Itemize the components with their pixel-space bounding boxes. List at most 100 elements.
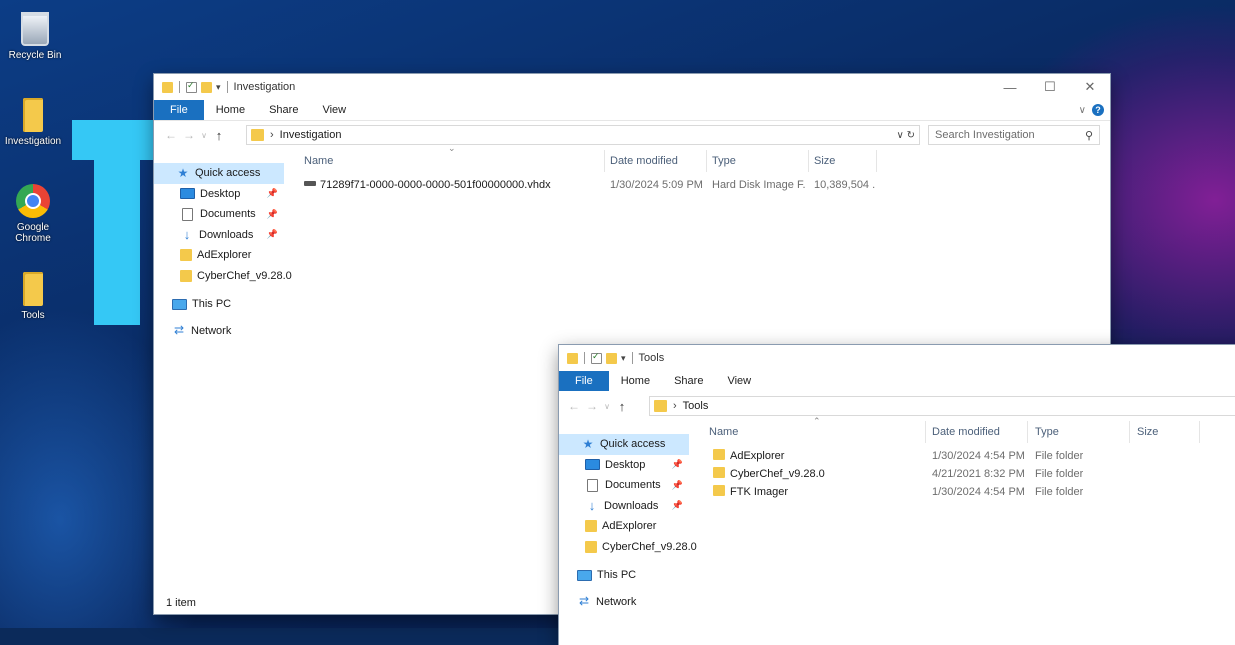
sidebar-item-this-pc[interactable]: This PC bbox=[559, 565, 689, 586]
sidebar-item-label: AdExplorer bbox=[197, 249, 252, 262]
chevron-right-icon: › bbox=[270, 129, 274, 141]
file-type: File folder bbox=[1035, 450, 1084, 462]
desktop-icon-investigation[interactable]: Investigation bbox=[0, 98, 68, 147]
expand-ribbon-icon[interactable]: ∨ bbox=[1079, 105, 1086, 116]
folder-icon bbox=[567, 352, 578, 364]
pin-icon: 📌 bbox=[671, 500, 683, 511]
file-type: File folder bbox=[1035, 486, 1084, 498]
tab-home[interactable]: Home bbox=[204, 100, 257, 120]
new-folder-icon[interactable] bbox=[201, 81, 212, 93]
pin-icon: 📌 bbox=[266, 208, 278, 219]
column-header-type[interactable]: Type bbox=[1035, 421, 1059, 443]
wallpaper-letter bbox=[72, 120, 162, 325]
folder-icon bbox=[713, 485, 725, 496]
table-row[interactable]: CyberChef_v9.28.0 4/21/2021 8:32 PM File… bbox=[701, 465, 1235, 483]
customize-toolbar-icon[interactable]: ▾ bbox=[216, 82, 221, 93]
desktop-icon-tools[interactable]: Tools bbox=[0, 272, 68, 321]
recycle-bin-icon bbox=[21, 12, 49, 46]
sidebar-item-label: AdExplorer bbox=[602, 520, 657, 533]
search-placeholder: Search Investigation bbox=[935, 129, 1035, 141]
sidebar-item-cyberchef[interactable]: CyberChef_v9.28.0 bbox=[154, 266, 292, 287]
file-date: 4/21/2021 8:32 PM bbox=[932, 468, 1025, 480]
sidebar-item-documents[interactable]: Documents 📌 bbox=[559, 475, 689, 496]
tab-file[interactable]: File bbox=[559, 371, 609, 391]
recent-locations-icon[interactable]: ∨ bbox=[198, 131, 210, 140]
sidebar-item-desktop[interactable]: Desktop 📌 bbox=[154, 184, 284, 205]
properties-icon[interactable] bbox=[591, 351, 602, 364]
sidebar-item-network[interactable]: ⇄ Network bbox=[154, 321, 284, 342]
help-icon[interactable]: ? bbox=[1092, 104, 1104, 116]
tab-share[interactable]: Share bbox=[662, 371, 715, 391]
sidebar-item-label: This PC bbox=[192, 298, 232, 311]
sidebar-item-label: Network bbox=[596, 595, 637, 608]
column-header-size[interactable]: Size bbox=[814, 150, 835, 172]
chrome-icon bbox=[16, 184, 50, 218]
file-date: 1/30/2024 4:54 PM bbox=[932, 450, 1025, 462]
close-icon[interactable]: ✕ bbox=[1070, 74, 1110, 100]
refresh-icon[interactable]: ∨ ↻ bbox=[897, 130, 915, 141]
network-icon: ⇄ bbox=[578, 594, 590, 609]
folder-icon bbox=[251, 129, 264, 141]
sidebar-item-label: Desktop bbox=[200, 187, 241, 200]
window-title: Tools bbox=[638, 352, 665, 364]
column-header-date[interactable]: Date modified bbox=[932, 421, 1000, 443]
minimize-icon[interactable]: — bbox=[990, 74, 1030, 100]
sidebar-item-this-pc[interactable]: This PC bbox=[154, 294, 284, 315]
folder-icon bbox=[654, 400, 667, 412]
desktop-icon bbox=[585, 459, 600, 471]
tab-file[interactable]: File bbox=[154, 100, 204, 120]
tab-view[interactable]: View bbox=[310, 100, 358, 120]
customize-toolbar-icon[interactable]: ▾ bbox=[621, 353, 626, 364]
sidebar-item-adexplorer[interactable]: AdExplorer bbox=[154, 245, 284, 266]
table-row[interactable]: 71289f71-0000-0000-0000-501f00000000.vhd… bbox=[296, 176, 1096, 194]
search-input[interactable]: Search Investigation ⚲ bbox=[928, 125, 1100, 145]
desktop-icon-recycle-bin[interactable]: Recycle Bin bbox=[0, 12, 70, 61]
sidebar-item-quick-access[interactable]: ★ Quick access bbox=[559, 434, 689, 455]
up-icon[interactable]: ↑ bbox=[210, 128, 228, 143]
table-row[interactable]: AdExplorer 1/30/2024 4:54 PM File folder bbox=[701, 447, 1235, 465]
column-header-name[interactable]: Name bbox=[709, 421, 738, 443]
sidebar-item-quick-access[interactable]: ★ Quick access bbox=[154, 163, 284, 184]
desktop-icon-label: Investigation bbox=[4, 136, 62, 147]
sidebar-item-label: This PC bbox=[597, 569, 637, 582]
folder-icon bbox=[180, 249, 192, 262]
sidebar-item-desktop[interactable]: Desktop 📌 bbox=[559, 455, 689, 476]
sidebar-item-network[interactable]: ⇄ Network bbox=[559, 592, 689, 613]
address-path[interactable]: Tools bbox=[683, 400, 709, 412]
sidebar-item-downloads[interactable]: ↓ Downloads 📌 bbox=[559, 496, 689, 517]
recent-locations-icon[interactable]: ∨ bbox=[601, 402, 613, 411]
column-header-type[interactable]: Type bbox=[712, 150, 736, 172]
sidebar-item-adexplorer[interactable]: AdExplorer bbox=[559, 516, 689, 537]
tab-view[interactable]: View bbox=[715, 371, 763, 391]
up-icon[interactable]: ↑ bbox=[613, 399, 631, 414]
search-icon[interactable]: ⚲ bbox=[1085, 129, 1093, 142]
forward-icon[interactable]: → bbox=[583, 399, 601, 413]
table-row[interactable]: FTK Imager 1/30/2024 4:54 PM File folder bbox=[701, 483, 1235, 501]
forward-icon[interactable]: → bbox=[180, 128, 198, 142]
address-path[interactable]: Investigation bbox=[280, 129, 342, 141]
back-icon[interactable]: ← bbox=[565, 399, 583, 413]
sidebar-item-downloads[interactable]: ↓ Downloads 📌 bbox=[154, 225, 284, 246]
column-header-size[interactable]: Size bbox=[1137, 421, 1158, 443]
address-bar[interactable]: › Investigation ∨ ↻ bbox=[246, 125, 920, 145]
file-type: File folder bbox=[1035, 468, 1084, 480]
column-header-name[interactable]: Name bbox=[304, 150, 333, 172]
title-bar[interactable]: ▾ Investigation — ☐ ✕ bbox=[154, 74, 1110, 100]
back-icon[interactable]: ← bbox=[162, 128, 180, 142]
desktop-icon-google-chrome[interactable]: Google Chrome bbox=[0, 184, 68, 244]
column-header-date[interactable]: Date modified bbox=[610, 150, 678, 172]
address-bar[interactable]: › Tools bbox=[649, 396, 1235, 416]
tab-home[interactable]: Home bbox=[609, 371, 662, 391]
tab-share[interactable]: Share bbox=[257, 100, 310, 120]
properties-icon[interactable] bbox=[186, 80, 197, 93]
title-bar[interactable]: ▾ Tools bbox=[559, 345, 1235, 371]
sidebar-item-cyberchef[interactable]: CyberChef_v9.28.0 bbox=[559, 537, 697, 558]
sidebar-item-documents[interactable]: Documents 📌 bbox=[154, 204, 284, 225]
maximize-icon[interactable]: ☐ bbox=[1030, 74, 1070, 100]
folder-icon bbox=[585, 520, 597, 533]
new-folder-icon[interactable] bbox=[606, 352, 617, 364]
file-name: AdExplorer bbox=[730, 450, 785, 462]
document-icon bbox=[182, 207, 193, 221]
explorer-window-tools[interactable]: ▾ Tools File Home Share View ← → ∨ ↑ › T… bbox=[559, 345, 1235, 645]
address-row: ← → ∨ ↑ › Investigation ∨ ↻ Search Inves… bbox=[154, 124, 1110, 146]
